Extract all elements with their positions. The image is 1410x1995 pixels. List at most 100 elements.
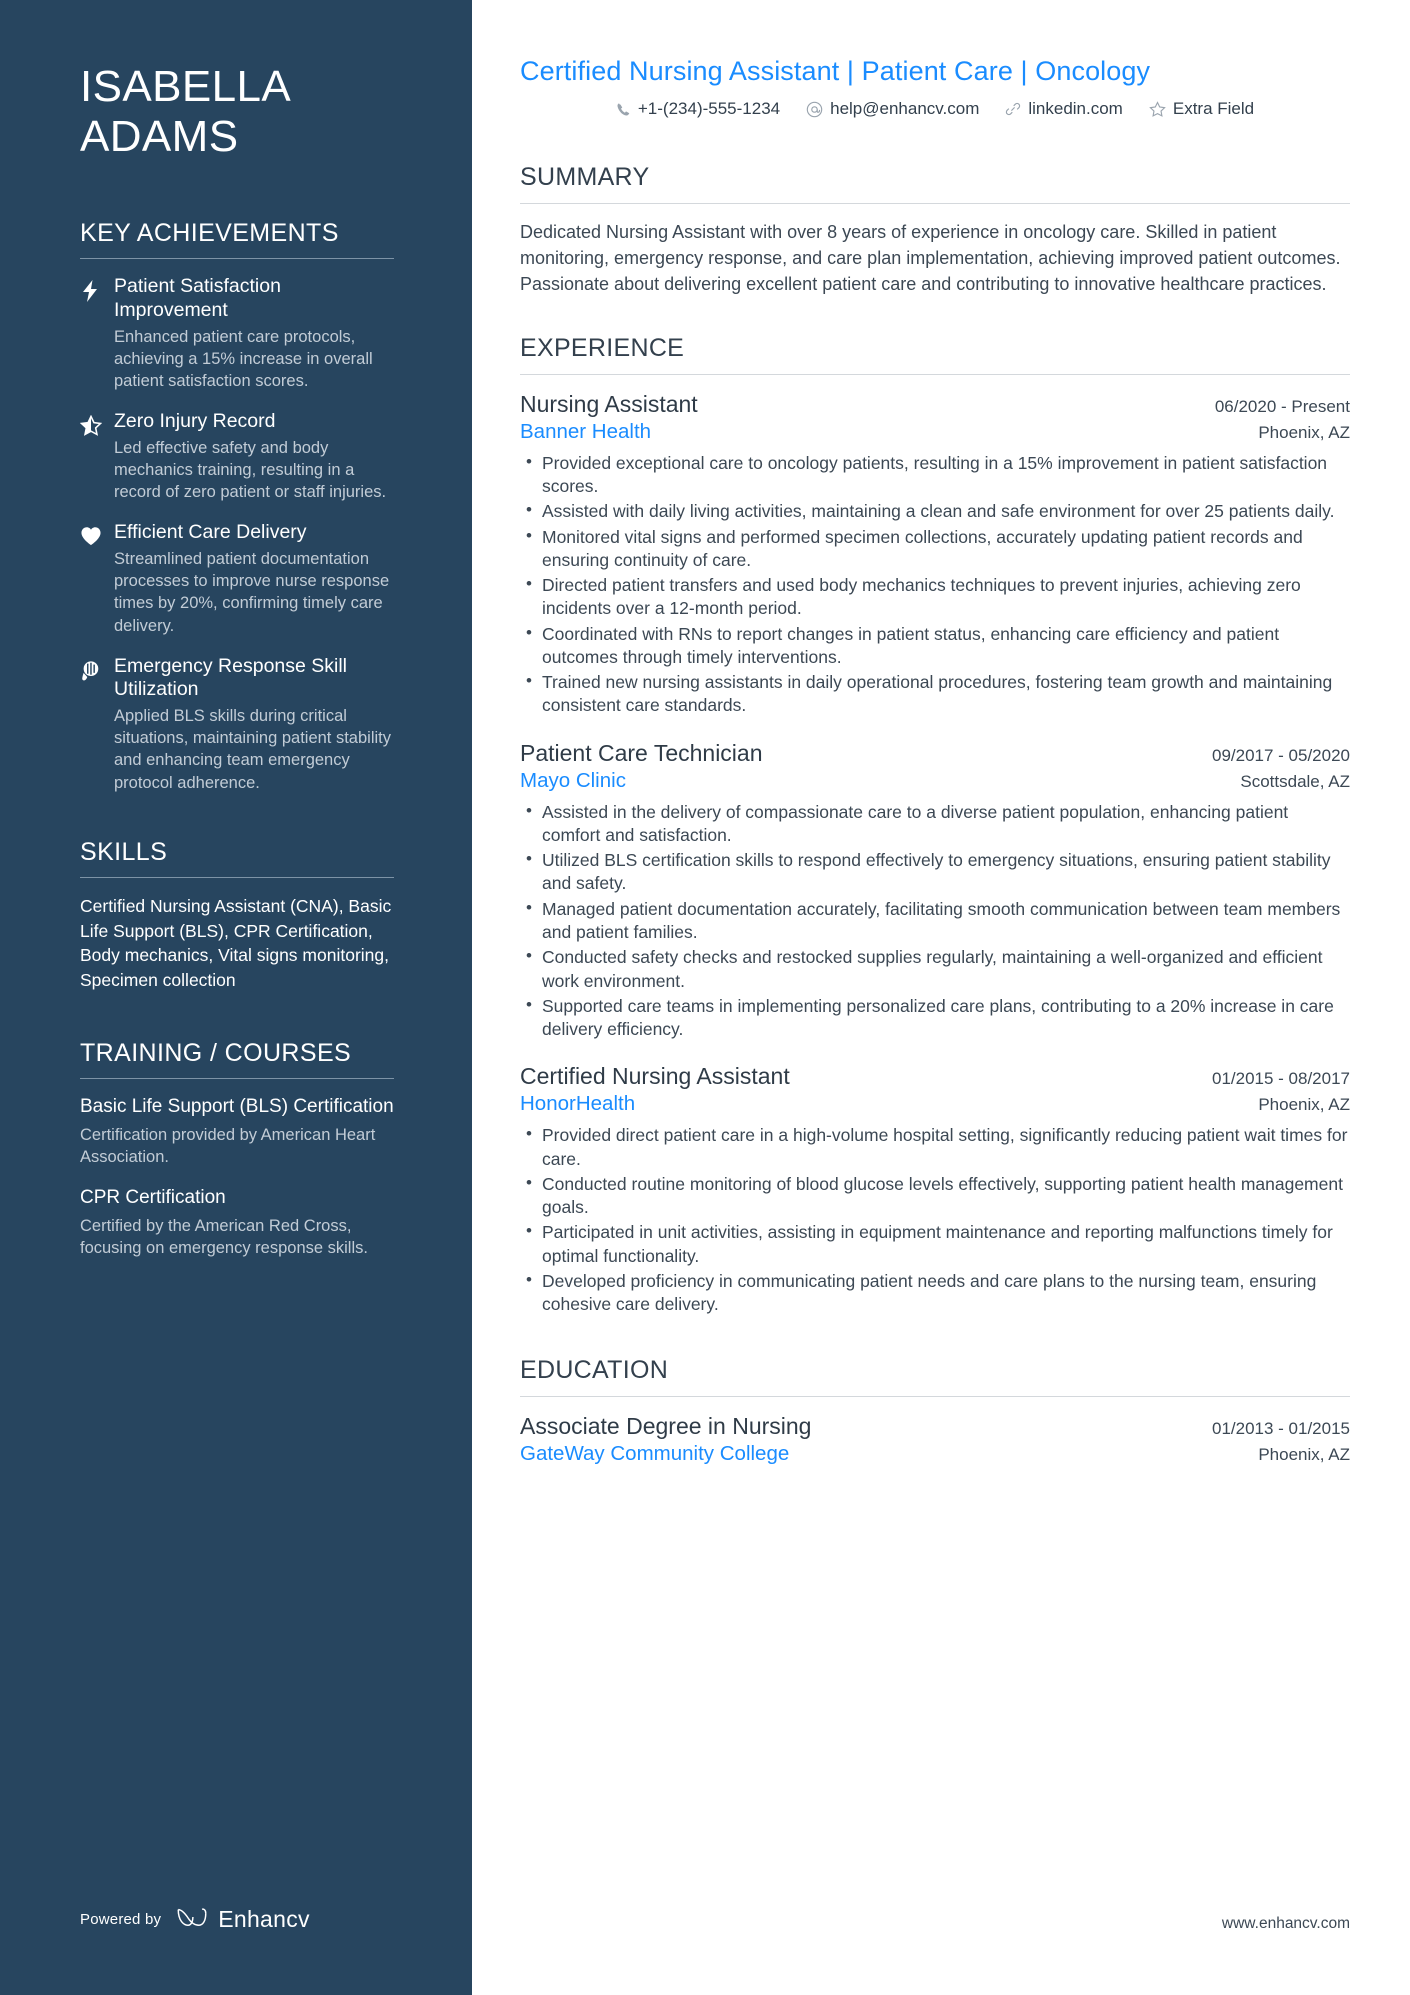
education-heading: EDUCATION: [520, 1356, 669, 1385]
training-item: Basic Life Support (BLS) Certification C…: [80, 1095, 394, 1168]
summary-heading: SUMMARY: [520, 163, 650, 191]
job-dates: 06/2020 - Present: [1214, 396, 1350, 416]
job-bullet: Trained new nursing assistants in daily …: [520, 670, 1350, 718]
training-description: Certified by the American Red Cross, foc…: [80, 1216, 368, 1257]
job-company[interactable]: Mayo Clinic: [520, 769, 626, 793]
achievement-item: Zero Injury Record Led effective safety …: [80, 410, 394, 503]
job-title: Patient Care Technician: [520, 739, 763, 766]
degree-title: Associate Degree in Nursing: [520, 1413, 812, 1440]
job-dates: 01/2015 - 08/2017: [1211, 1069, 1350, 1089]
powered-by-label: Powered by: [80, 1911, 162, 1928]
experience-item: Certified Nursing Assistant 01/2015 - 08…: [520, 1063, 1350, 1316]
job-location: Scottsdale, AZ: [1240, 771, 1350, 791]
job-company[interactable]: HonorHealth: [520, 1092, 635, 1116]
divider: [80, 1078, 394, 1080]
job-bullet: Developed proficiency in communicating p…: [520, 1269, 1350, 1317]
contact-linkedin[interactable]: linkedin.com: [1005, 99, 1123, 119]
job-title: Nursing Assistant: [520, 390, 698, 417]
contact-linkedin-text: linkedin.com: [1028, 99, 1123, 118]
training-description: Certification provided by American Heart…: [80, 1125, 376, 1166]
training-title: CPR Certification: [80, 1187, 226, 1208]
key-achievements-section: KEY ACHIEVEMENTS Patient Satisfaction Im…: [80, 219, 394, 793]
job-dates: 09/2017 - 05/2020: [1211, 745, 1350, 765]
skills-section: SKILLS Certified Nursing Assistant (CNA)…: [80, 838, 394, 993]
training-courses-section: TRAINING / COURSES Basic Life Support (B…: [80, 1039, 394, 1259]
contact-email[interactable]: help@enhancv.com: [806, 99, 979, 119]
skills-heading: SKILLS: [80, 837, 168, 866]
job-location: Phoenix, AZ: [1258, 1095, 1350, 1115]
achievement-description: Enhanced patient care protocols, achievi…: [114, 328, 373, 391]
last-name: ADAMS: [80, 111, 239, 161]
job-bullet: Assisted with daily living activities, m…: [520, 499, 1350, 523]
job-bullets: Assisted in the delivery of compassionat…: [520, 800, 1350, 1042]
divider: [520, 373, 1350, 375]
achievement-description: Applied BLS skills during critical situa…: [114, 707, 391, 792]
main-content: Certified Nursing Assistant | Patient Ca…: [472, 0, 1410, 1995]
achievement-item: Patient Satisfaction Improvement Enhance…: [80, 275, 394, 392]
job-bullet: Assisted in the delivery of compassionat…: [520, 800, 1350, 848]
star-outline-icon: [1149, 100, 1166, 118]
first-name: ISABELLA: [80, 62, 292, 111]
job-bullet: Utilized BLS certification skills to res…: [520, 848, 1350, 896]
education-item: Associate Degree in Nursing 01/2013 - 01…: [520, 1413, 1350, 1466]
heart-icon: [80, 521, 114, 636]
experience-item: Patient Care Technician 09/2017 - 05/202…: [520, 740, 1350, 1042]
degree-dates: 01/2013 - 01/2015: [1211, 1419, 1350, 1439]
experience-heading: EXPERIENCE: [520, 333, 685, 362]
job-bullet: Supported care teams in implementing per…: [520, 994, 1350, 1042]
training-title: Basic Life Support (BLS) Certification: [80, 1096, 394, 1118]
at-email-icon: [806, 101, 823, 118]
divider: [520, 203, 1350, 204]
job-bullet: Managed patient documentation accurately…: [520, 897, 1350, 945]
contact-extra-field[interactable]: Extra Field: [1149, 99, 1254, 119]
experience-item: Nursing Assistant 06/2020 - Present Bann…: [520, 391, 1350, 718]
candidate-name: ISABELLA ADAMS: [80, 62, 394, 161]
training-courses-heading: TRAINING / COURSES: [80, 1039, 352, 1068]
achievement-title: Patient Satisfaction Improvement: [114, 275, 281, 322]
lightning-bolt-icon: [80, 275, 114, 392]
job-bullet: Monitored vital signs and performed spec…: [520, 525, 1350, 573]
job-bullet: Provided direct patient care in a high-v…: [520, 1123, 1350, 1171]
job-bullets: Provided direct patient care in a high-v…: [520, 1123, 1350, 1317]
contact-phone[interactable]: +1-(234)-555-1234: [616, 99, 780, 119]
enhancv-logo: Enhancv: [175, 1906, 310, 1933]
sidebar-footer: Powered by Enhancv: [80, 1906, 310, 1933]
phone-icon: [616, 102, 631, 117]
enhancv-wordmark: Enhancv: [218, 1906, 310, 1932]
star-half-icon: [80, 410, 114, 503]
divider: [80, 876, 394, 878]
resume-page: ISABELLA ADAMS KEY ACHIEVEMENTS Patient …: [0, 0, 1410, 1995]
job-bullet: Conducted routine monitoring of blood gl…: [520, 1172, 1350, 1220]
contact-extra-field-text: Extra Field: [1172, 99, 1255, 118]
school-name[interactable]: GateWay Community College: [520, 1442, 789, 1466]
education-section: EDUCATION Associate Degree in Nursing 01…: [520, 1356, 1350, 1466]
job-bullets: Provided exceptional care to oncology pa…: [520, 451, 1350, 718]
achievement-title: Zero Injury Record: [114, 410, 276, 433]
contact-phone-text: +1-(234)-555-1234: [637, 99, 781, 118]
contact-row: +1-(234)-555-1234 help@enhancv.com linke…: [520, 99, 1350, 119]
achievement-item: Efficient Care Delivery Streamlined pati…: [80, 521, 394, 636]
job-company[interactable]: Banner Health: [520, 420, 651, 444]
sidebar: ISABELLA ADAMS KEY ACHIEVEMENTS Patient …: [0, 0, 472, 1995]
job-title: Certified Nursing Assistant: [520, 1063, 790, 1090]
training-item: CPR Certification Certified by the Ameri…: [80, 1186, 394, 1259]
experience-section: EXPERIENCE Nursing Assistant 06/2020 - P…: [520, 334, 1350, 1317]
divider: [520, 1396, 1350, 1398]
contact-email-text: help@enhancv.com: [830, 99, 980, 118]
school-location: Phoenix, AZ: [1258, 1445, 1350, 1465]
site-url[interactable]: www.enhancv.com: [1222, 1915, 1350, 1933]
job-bullet: Conducted safety checks and restocked su…: [520, 945, 1350, 993]
skills-list: Certified Nursing Assistant (CNA), Basic…: [80, 895, 392, 991]
job-bullet: Provided exceptional care to oncology pa…: [520, 451, 1350, 499]
link-icon: [1005, 101, 1021, 117]
job-location: Phoenix, AZ: [1258, 422, 1350, 442]
summary-text: Dedicated Nursing Assistant with over 8 …: [520, 222, 1341, 294]
job-bullet: Coordinated with RNs to report changes i…: [520, 622, 1350, 670]
job-bullet: Directed patient transfers and used body…: [520, 573, 1350, 621]
achievement-description: Streamlined patient documentation proces…: [114, 550, 390, 635]
achievement-description: Led effective safety and body mechanics …: [114, 439, 387, 502]
professional-headline: Certified Nursing Assistant | Patient Ca…: [520, 56, 1151, 86]
